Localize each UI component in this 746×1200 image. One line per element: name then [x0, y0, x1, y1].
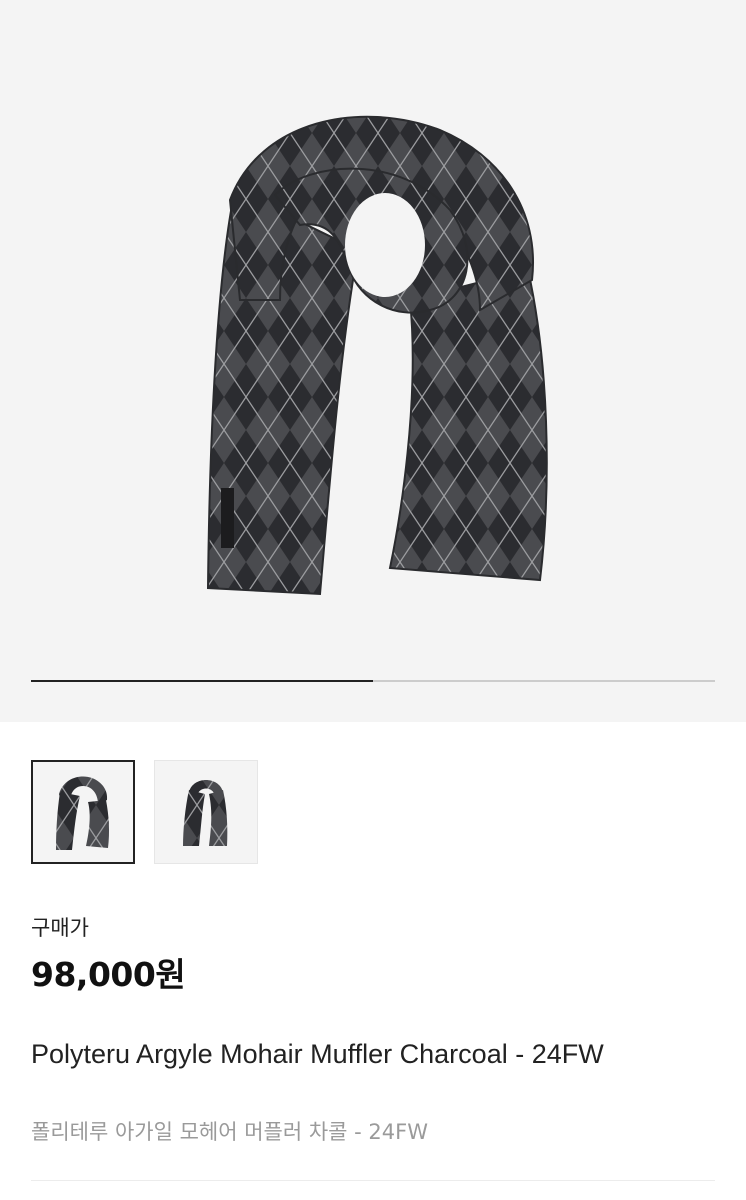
product-name-english: Polyteru Argyle Mohair Muffler Charcoal … — [31, 1039, 604, 1069]
slide-progress-fill — [31, 680, 373, 682]
scarf-thumbnail-icon — [183, 780, 228, 846]
product-name-korean: 폴리테루 아가일 모헤어 머플러 차콜 - 24FW — [31, 1120, 428, 1144]
slide-progress-track — [31, 680, 715, 682]
price-value: 98,000원 — [31, 955, 186, 994]
scarf-thumbnail-icon — [56, 776, 110, 850]
price-label: 구매가 — [31, 916, 89, 940]
product-gallery[interactable] — [0, 0, 746, 722]
divider — [31, 1180, 715, 1181]
scarf-product-image — [206, 115, 548, 596]
thumbnail-1[interactable] — [31, 760, 135, 864]
thumbnail-2[interactable] — [154, 760, 258, 864]
